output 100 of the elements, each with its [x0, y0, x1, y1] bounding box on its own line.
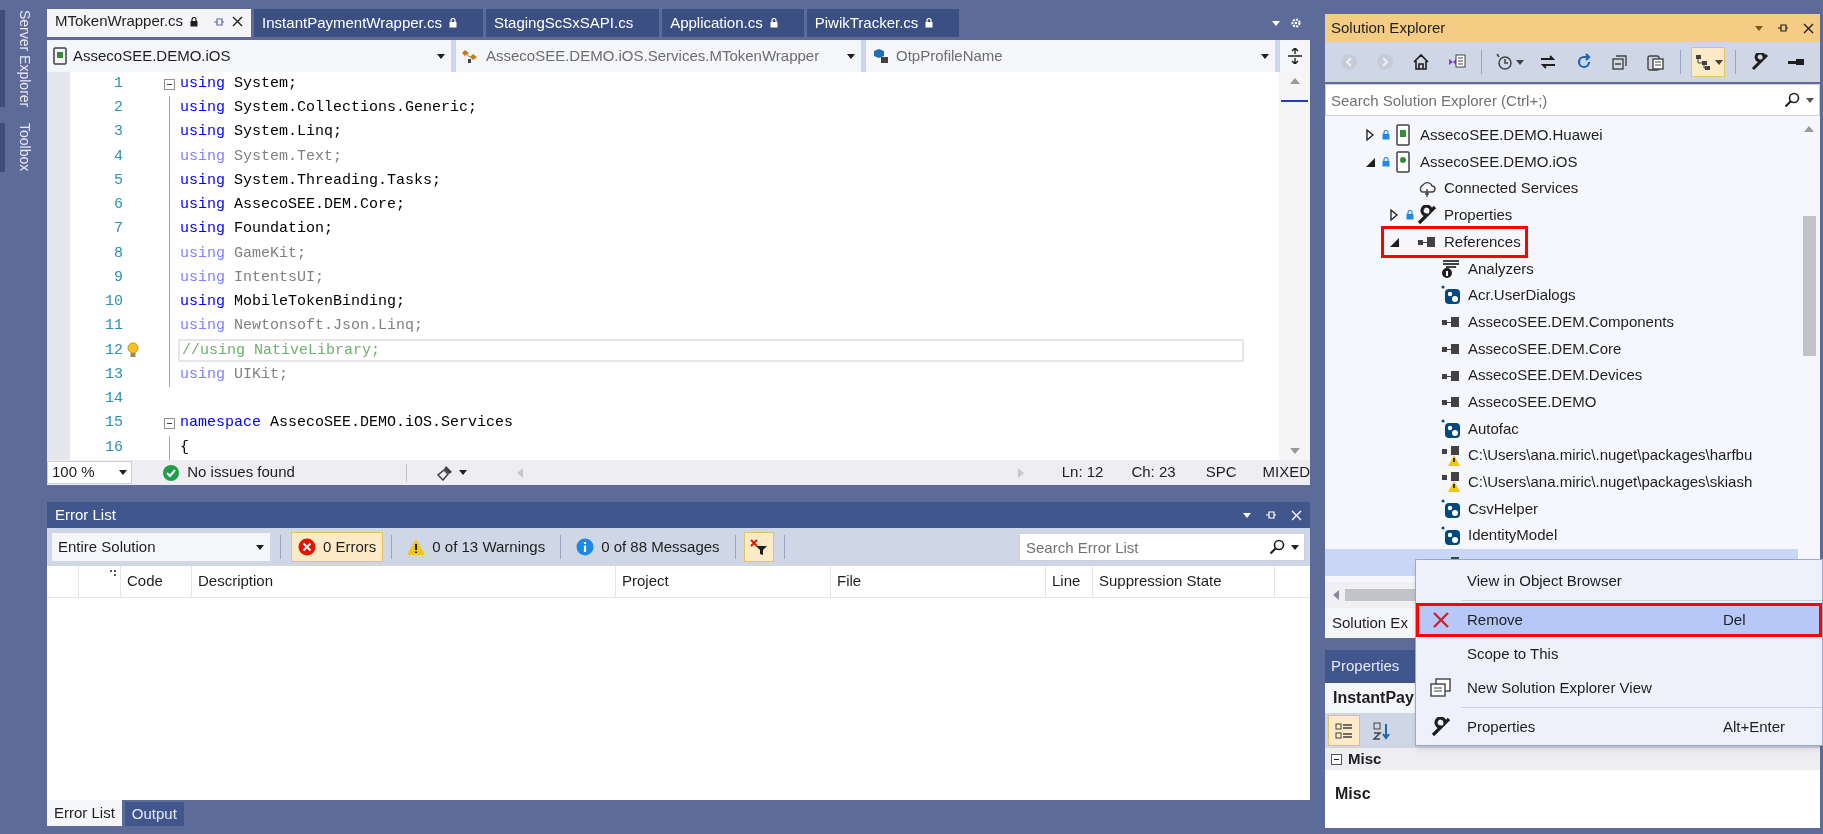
scope-dropdown[interactable]: Entire Solution [52, 533, 270, 561]
panel-title: Solution Explorer [1331, 17, 1447, 38]
editor-tab[interactable]: StagingScSxSAPI.cs [485, 9, 660, 37]
left-arrow-icon [516, 467, 523, 478]
tree-item[interactable]: Autofac [1468, 417, 1519, 441]
tab-list-button[interactable] [1272, 20, 1280, 26]
caret-icon [1291, 544, 1299, 550]
tree-item[interactable]: References [1444, 230, 1521, 254]
column-header[interactable]: Description [192, 566, 616, 597]
right-arrow-icon [1017, 467, 1024, 478]
code-line: using UIKit; [179, 364, 290, 385]
code-line: using System.Threading.Tasks; [179, 170, 443, 191]
package-icon [1441, 418, 1461, 439]
caret-icon [256, 544, 264, 550]
editor-tab[interactable]: InstantPaymentWrapper.cs [254, 9, 483, 37]
menu-item[interactable]: Properties Alt+Enter [1416, 710, 1822, 744]
column-header[interactable]: File [831, 566, 1046, 597]
column-header[interactable]: Code [121, 566, 192, 597]
zoom-dropdown[interactable]: 100 % [47, 461, 133, 484]
line-number: 10 [104, 292, 123, 313]
tree-item[interactable]: AssecoSEE.DEMO.Huawei [1420, 124, 1603, 147]
windows-icon [1430, 678, 1452, 698]
menu-item[interactable]: View in Object Browser [1416, 564, 1822, 598]
editor-tab[interactable]: Application.cs [662, 9, 804, 37]
tree-item[interactable]: C:\Users\ana.miric\.nuget\packages\harfbu [1468, 444, 1753, 467]
build-filter-button[interactable] [743, 532, 774, 562]
line-endings-status: MIXED [1262, 462, 1310, 483]
collapse-all-icon [1611, 53, 1629, 71]
close-icon [1433, 612, 1449, 628]
lock-icon [769, 18, 778, 28]
code-cleanup-button[interactable] [436, 464, 467, 481]
search-field[interactable]: Search Solution Explorer (Ctrl+;) [1325, 84, 1820, 116]
navigation-dropdown[interactable]: AssecoSEE.DEMO.iOS [47, 40, 451, 72]
code-line: using System; [179, 73, 299, 94]
tree-item[interactable]: C:\Users\ana.miric\.nuget\packages\skiash [1468, 471, 1753, 494]
editor-tab[interactable]: PiwikTracker.cs [806, 9, 960, 37]
panel-tab[interactable]: Output [124, 802, 184, 826]
split-window-button[interactable] [1280, 40, 1310, 72]
tree-item[interactable]: Acr.UserDialogs [1468, 284, 1576, 307]
column-header[interactable]: Suppression State [1093, 566, 1275, 597]
panel-tab[interactable]: Solution Ex [1325, 608, 1415, 638]
brush-icon [436, 464, 453, 481]
category-header[interactable]: Misc [1348, 750, 1382, 768]
tree-item[interactable]: CsvHelper [1468, 497, 1539, 521]
forward-icon [1376, 53, 1394, 71]
filter-button[interactable]: 0 of 88 Messages [569, 532, 727, 562]
clock-icon [1494, 53, 1513, 71]
search-field[interactable]: Search Error List [1019, 533, 1305, 561]
code-line: using Newtonsoft.Json.Linq; [179, 316, 425, 337]
filter-button[interactable]: 0 Errors [291, 532, 384, 562]
caret-icon [437, 53, 445, 59]
description-title: Misc [1335, 785, 1371, 802]
tree-item[interactable]: IdentityModel [1468, 524, 1558, 547]
close-icon [232, 16, 244, 27]
side-tab[interactable]: Toolbox [0, 123, 40, 172]
line-status: Ln: 12 [1061, 462, 1104, 483]
code-line: using System.Collections.Generic; [179, 98, 479, 119]
back-icon [1340, 53, 1358, 71]
tree-item[interactable]: AssecoSEE.DEM.Devices [1468, 364, 1643, 387]
settings-button[interactable] [1290, 17, 1302, 29]
caret-icon [1714, 59, 1723, 65]
filter-button[interactable]: 0 of 13 Warnings [400, 532, 553, 562]
horizontal-scrollbar[interactable] [516, 467, 1024, 478]
info-icon [576, 538, 595, 556]
scrollbar-thumb[interactable] [1802, 216, 1816, 356]
column-header[interactable]: Line [1046, 566, 1093, 597]
editor-tab[interactable]: MTokenWrapper.cs [47, 9, 252, 37]
code-line: using System.Linq; [179, 122, 344, 143]
code-line: using System.Text; [179, 146, 344, 167]
navigation-dropdown[interactable]: OtpProfileName [866, 40, 1275, 72]
tree-item[interactable]: AssecoSEE.DEMO [1468, 390, 1597, 414]
panel-tab[interactable]: Error List [47, 800, 122, 826]
code-line: using GameKit; [179, 243, 308, 264]
line-number: 3 [113, 122, 123, 143]
tree-item[interactable]: Properties [1444, 204, 1513, 227]
tree-item[interactable]: Analyzers [1468, 257, 1534, 281]
tree-item[interactable]: AssecoSEE.DEM.Core [1468, 337, 1622, 361]
column-header[interactable]: Project [616, 566, 831, 597]
tree-item[interactable]: AssecoSEE.DEM.Components [1468, 310, 1674, 334]
line-number: 1 [113, 73, 123, 94]
toolbar-button[interactable] [1691, 47, 1726, 77]
package-icon [1441, 525, 1461, 546]
line-number: 13 [104, 364, 123, 385]
tree-item[interactable]: Connected Services [1444, 177, 1579, 200]
navigation-dropdown[interactable]: AssecoSEE.DEMO.iOS.Services.MTokenWrapper [456, 40, 861, 72]
caret-icon [1243, 512, 1251, 518]
tree-item[interactable]: AssecoSEE.DEMO.iOS [1420, 150, 1578, 174]
search-icon [1269, 539, 1285, 555]
scrollbar[interactable] [1279, 72, 1310, 460]
caret-icon [119, 470, 128, 475]
line-number: 16 [104, 437, 123, 458]
check-icon [163, 464, 180, 481]
code-line: using AssecoSEE.DEM.Core; [179, 195, 407, 216]
error-icon [298, 538, 316, 556]
sync-icon [1539, 53, 1557, 71]
side-tab[interactable]: Server Explorer [0, 10, 40, 108]
caret-icon [458, 470, 467, 475]
reference-icon [1441, 316, 1461, 329]
wrench-icon [1431, 717, 1451, 737]
menu-item[interactable]: Remove Del [1416, 603, 1822, 637]
